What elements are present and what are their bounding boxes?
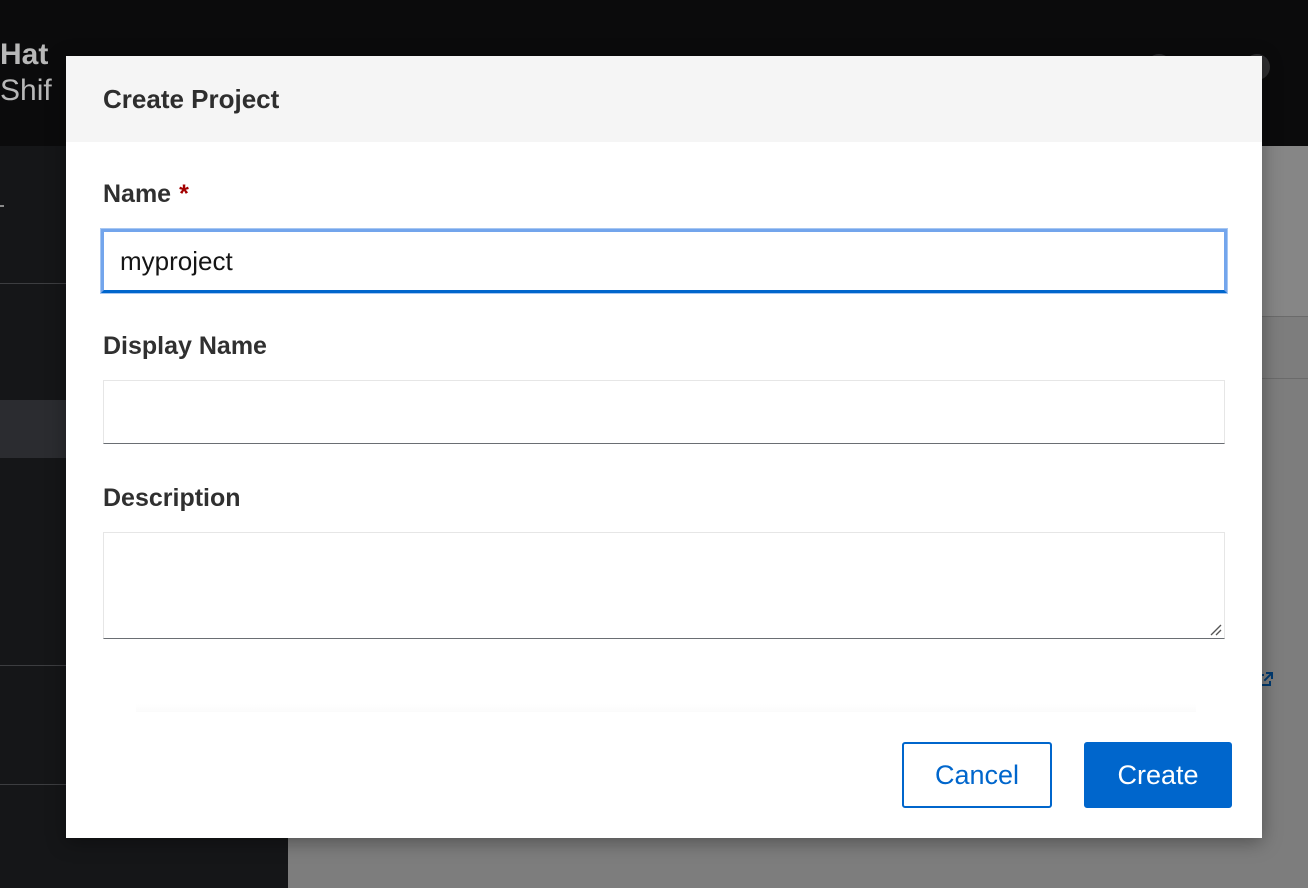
name-label: Name * [103, 179, 189, 209]
modal-header: Create Project [66, 56, 1262, 142]
description-textarea[interactable] [103, 532, 1225, 639]
display-name-input[interactable] [103, 380, 1225, 444]
create-button[interactable]: Create [1084, 742, 1232, 808]
brand-logo-line-2: Shif [0, 74, 52, 107]
display-name-label: Display Name [103, 332, 267, 360]
name-input[interactable] [101, 229, 1227, 293]
modal-title: Create Project [103, 84, 280, 114]
required-indicator: * [179, 180, 189, 208]
resize-grip-icon[interactable] [1208, 622, 1222, 636]
cancel-button[interactable]: Cancel [902, 742, 1052, 808]
name-label-text: Name [103, 180, 172, 208]
sidebar-marker [0, 205, 4, 207]
brand-logo-line-1: Hat [0, 38, 49, 71]
description-label: Description [103, 484, 241, 512]
create-project-modal: Create Project Name* Display Name Descri… [66, 56, 1262, 838]
footer-separator [136, 704, 1196, 712]
